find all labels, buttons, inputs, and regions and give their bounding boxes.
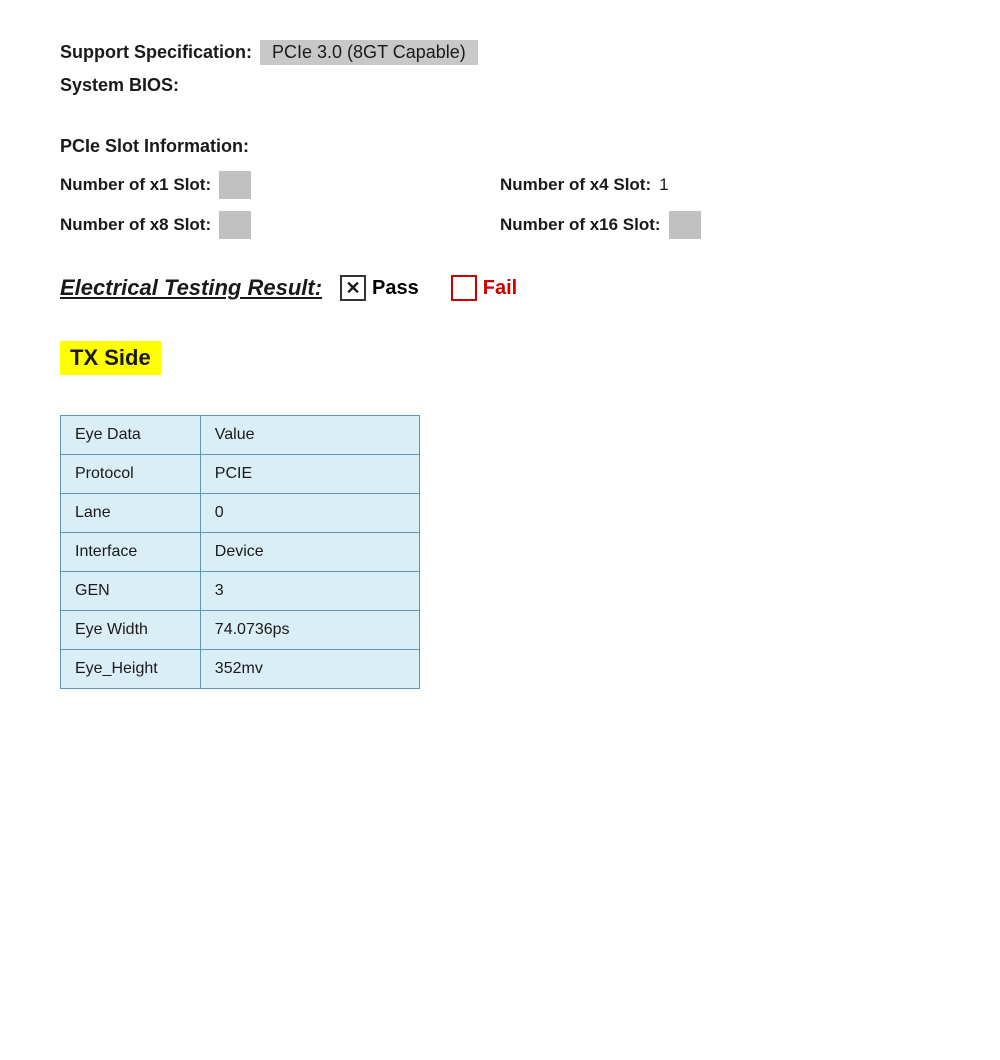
table-row-eye-width: Eye Width 74.0736ps [61, 611, 420, 650]
table-row-eye-height: Eye_Height 352mv [61, 650, 420, 689]
support-spec-label: Support Specification: [60, 42, 252, 63]
fail-label: Fail [483, 277, 517, 300]
cell-eye-width-label: Eye Width [61, 611, 201, 650]
support-spec-value: PCIe 3.0 (8GT Capable) [260, 40, 478, 65]
pass-checkbox-container: ✕ Pass [340, 275, 419, 301]
slot-row-x8: Number of x8 Slot: [60, 211, 500, 239]
cell-lane-value: 0 [200, 494, 419, 533]
header-eye-data: Eye Data [61, 416, 201, 455]
cell-gen-label: GEN [61, 572, 201, 611]
pass-checkbox: ✕ [340, 275, 366, 301]
electrical-testing-section: Electrical Testing Result: ✕ Pass Fail [60, 275, 940, 301]
slot-label-x4: Number of x4 Slot: [500, 175, 651, 195]
electrical-testing-title: Electrical Testing Result: [60, 275, 322, 301]
slot-label-x1: Number of x1 Slot: [60, 175, 211, 195]
table-row-interface: Interface Device [61, 533, 420, 572]
fail-container: Fail [451, 275, 517, 301]
slot-value-x16 [669, 211, 701, 239]
cell-eye-height-label: Eye_Height [61, 650, 201, 689]
table-row-lane: Lane 0 [61, 494, 420, 533]
table-row-protocol: Protocol PCIE [61, 455, 420, 494]
cell-lane-label: Lane [61, 494, 201, 533]
slot-value-x8 [219, 211, 251, 239]
cell-interface-label: Interface [61, 533, 201, 572]
header-value: Value [200, 416, 419, 455]
cell-protocol-value: PCIE [200, 455, 419, 494]
pcie-slot-section: PCIe Slot Information: Number of x1 Slot… [60, 136, 940, 239]
tx-side-badge: TX Side [60, 341, 161, 375]
eye-data-table: Eye Data Value Protocol PCIE Lane 0 Inte… [60, 415, 420, 689]
fail-checkbox [451, 275, 477, 301]
slot-row-x1: Number of x1 Slot: [60, 171, 500, 199]
support-spec-row: Support Specification: PCIe 3.0 (8GT Cap… [60, 40, 940, 65]
cell-eye-height-value: 352mv [200, 650, 419, 689]
slot-value-x1 [219, 171, 251, 199]
system-bios-row: System BIOS: [60, 75, 940, 96]
cell-protocol-label: Protocol [61, 455, 201, 494]
slot-label-x16: Number of x16 Slot: [500, 215, 661, 235]
pass-label: Pass [372, 277, 419, 300]
pcie-slot-title: PCIe Slot Information: [60, 136, 940, 157]
table-header-row: Eye Data Value [61, 416, 420, 455]
slot-row-x16: Number of x16 Slot: [500, 211, 940, 239]
tx-side-section: TX Side [60, 331, 940, 405]
slot-row-x4: Number of x4 Slot: 1 [500, 171, 940, 199]
table-row-gen: GEN 3 [61, 572, 420, 611]
slot-label-x8: Number of x8 Slot: [60, 215, 211, 235]
cell-gen-value: 3 [200, 572, 419, 611]
cell-eye-width-value: 74.0736ps [200, 611, 419, 650]
slot-grid: Number of x1 Slot: Number of x4 Slot: 1 … [60, 171, 940, 239]
cell-interface-value: Device [200, 533, 419, 572]
slot-value-x4: 1 [659, 175, 668, 195]
system-bios-label: System BIOS: [60, 75, 179, 95]
